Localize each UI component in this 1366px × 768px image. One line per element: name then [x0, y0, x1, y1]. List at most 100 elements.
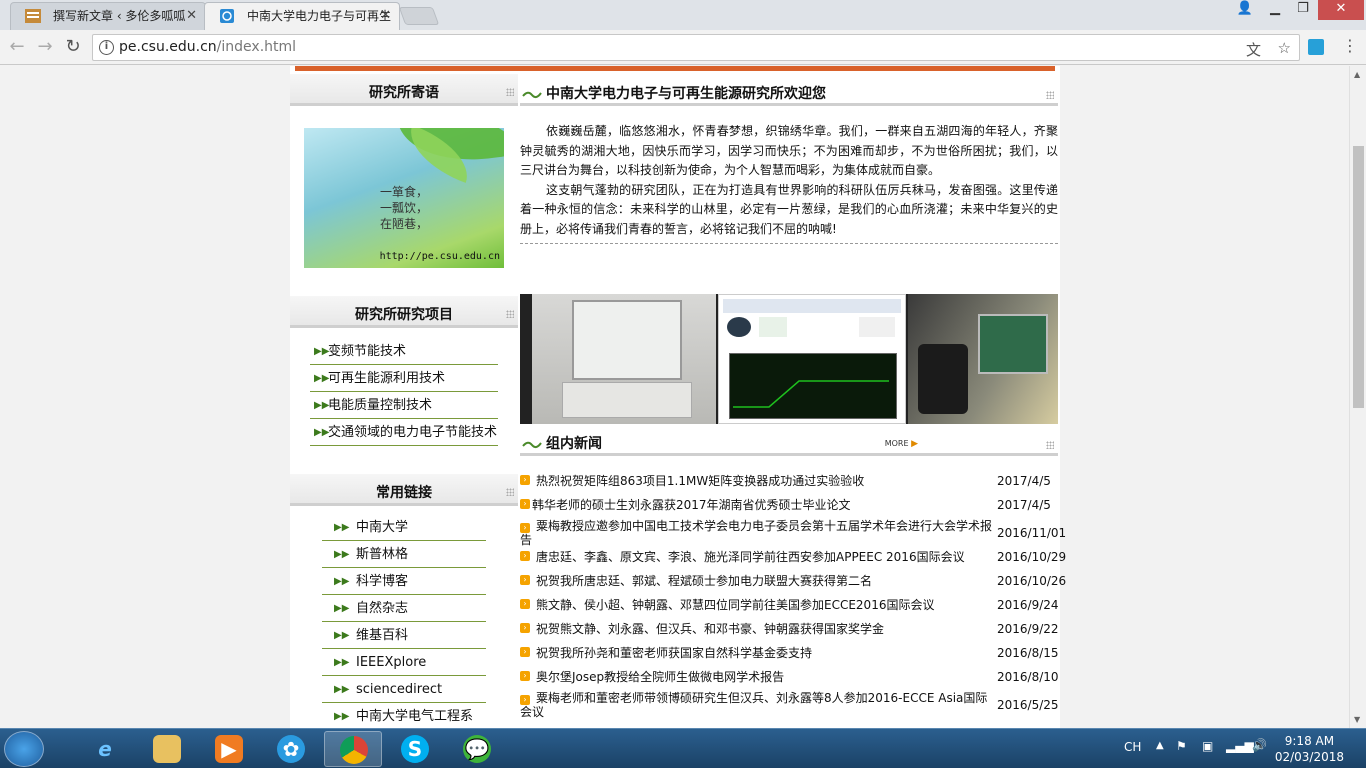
project-link[interactable]: ▶▶ 电能质量控制技术 [310, 392, 498, 419]
close-tab-icon[interactable]: ✕ [186, 3, 197, 29]
news-row[interactable]: › 粟梅教授应邀参加中国电工技术学会电力电子委员会第十五届学术年会进行大会学术报告… [520, 517, 1066, 547]
taskbar-ie[interactable]: e [76, 731, 134, 767]
news-title-text[interactable]: 韩华老师的硕士生刘永露获2017年湖南省优秀硕士毕业论文 [532, 493, 992, 517]
news-row[interactable]: › 唐忠廷、李鑫、原文宾、李浪、施光泽同学前往西安参加APPEEC 2016国际会… [520, 545, 1066, 569]
show-hidden-icons-icon[interactable]: ▲ [1156, 740, 1164, 751]
scroll-down-icon[interactable]: ▼ [1354, 715, 1360, 724]
news-title-text[interactable]: 奥尔堡Josep教授给全院师生做微电网学术报告 [536, 665, 996, 689]
double-arrow-icon: ▶▶ [334, 576, 350, 587]
browser-window: 撰写新文章 ‹ 多伦多呱呱 ✕ 中南大学电力电子与可再生 ✕ 👤 ▁ ❐ ✕ ←… [0, 0, 1366, 768]
news-row[interactable]: › 祝贺我所唐忠廷、郭斌、程斌硕士参加电力联盟大赛获得第二名 2016/10/26 [520, 569, 1066, 593]
forward-icon[interactable]: → [34, 36, 56, 58]
bullet-arrow-icon: › [520, 499, 530, 509]
projects-title: 研究所研究项目 [355, 307, 453, 323]
news-title-text[interactable]: 熊文静、侯小超、钟朝露、邓慧四位同学前往美国参加ECCE2016国际会议 [536, 593, 996, 617]
taskbar: e ▶ ✿ S 💬 CH ▲ ⚑ ▣ ▂▄▆ 🔊 9:18 AM 02/03/2… [0, 728, 1366, 768]
scroll-up-icon[interactable]: ▲ [1354, 70, 1360, 79]
scrollbar-thumb[interactable] [1353, 146, 1364, 408]
dots-icon [506, 310, 514, 318]
taskbar-media[interactable]: ▶ [200, 731, 258, 767]
wordpress-favicon-icon [25, 9, 41, 23]
news-row[interactable]: › 奥尔堡Josep教授给全院师生做微电网学术报告 2016/8/10 [520, 665, 1059, 689]
link-item[interactable]: ▶▶ 自然杂志 [322, 595, 486, 622]
bullet-arrow-icon: › [520, 551, 530, 561]
close-tab-icon[interactable]: ✕ [380, 3, 391, 29]
news-row[interactable]: › 粟梅老师和董密老师带领博硕研究生但汉兵、刘永露等8人参加2016-ECCE A… [520, 689, 1059, 719]
double-arrow-icon: ▶▶ [314, 373, 330, 384]
clock[interactable]: 9:18 AM 02/03/2018 [1275, 733, 1344, 765]
system-tray: CH ▲ ⚑ ▣ ▂▄▆ 🔊 9:18 AM 02/03/2018 [1118, 729, 1366, 768]
news-row[interactable]: › 祝贺熊文静、刘永露、但汉兵、和邓书豪、钟朝露获得国家奖学金 2016/9/22 [520, 617, 1059, 641]
project-link[interactable]: ▶▶ 变频节能技术 [310, 338, 498, 365]
extension-icon[interactable] [1308, 39, 1324, 55]
new-tab-button[interactable] [398, 7, 440, 25]
hardware-photo [908, 294, 1058, 424]
minimize-button[interactable]: ▁ [1262, 0, 1288, 20]
double-arrow-icon: ▶▶ [334, 522, 350, 533]
slogan-line: 一瓢饮， [380, 201, 429, 215]
news-date: 2016/9/22 [997, 622, 1059, 636]
links-list: ▶▶ 中南大学 ▶▶ 斯普林格 ▶▶ 科学博客 ▶▶ 自然杂志 ▶▶ 维基百科 ▶▶ IEE… [322, 514, 486, 728]
device-icon[interactable]: ▣ [1202, 739, 1213, 753]
news-title-text[interactable]: 祝贺我所唐忠廷、郭斌、程斌硕士参加电力联盟大赛获得第二名 [536, 569, 996, 593]
maximize-button[interactable]: ❐ [1290, 0, 1316, 20]
double-arrow-icon: ▶▶ [334, 711, 350, 722]
link-item[interactable]: ▶▶ 斯普林格 [322, 541, 486, 568]
reload-icon[interactable]: ↻ [62, 36, 84, 58]
media-player-icon: ▶ [215, 735, 243, 763]
news-row[interactable]: › 熊文静、侯小超、钟朝露、邓慧四位同学前往美国参加ECCE2016国际会议 201… [520, 593, 1059, 617]
user-profile-icon[interactable]: 👤 [1234, 0, 1256, 20]
link-item[interactable]: ▶▶ 维基百科 [322, 622, 486, 649]
news-row[interactable]: › 热烈祝贺矩阵组863项目1.1MW矩阵变换器成功通过实验验收 2017/4/5 [520, 469, 1058, 493]
more-link[interactable]: MORE ▶ [885, 424, 918, 464]
tab-wordpress[interactable]: 撰写新文章 ‹ 多伦多呱呱 ✕ [10, 2, 206, 30]
news-title-text[interactable]: 热烈祝贺矩阵组863项目1.1MW矩阵变换器成功通过实验验收 [536, 469, 996, 493]
link-item[interactable]: ▶▶ sciencedirect [322, 676, 486, 703]
translate-icon[interactable]: 文 [1246, 39, 1261, 60]
taskbar-wechat[interactable]: 💬 [448, 731, 506, 767]
lab-bench-photo [532, 294, 716, 424]
taskbar-explorer[interactable] [138, 731, 196, 767]
info-icon[interactable]: i [99, 40, 114, 55]
news-row[interactable]: › 祝贺我所孙尧和董密老师获国家自然科学基金委支持 2016/8/15 [520, 641, 1059, 665]
news-title-text[interactable]: 祝贺熊文静、刘永露、但汉兵、和邓书豪、钟朝露获得国家奖学金 [536, 617, 996, 641]
news-date: 2017/4/5 [997, 474, 1051, 488]
link-item[interactable]: ▶▶ IEEEXplore [322, 649, 486, 676]
news-title-text[interactable]: 唐忠廷、李鑫、原文宾、李浪、施光泽同学前往西安参加APPEEC 2016国际会议 [536, 545, 996, 569]
news-title-text[interactable]: 粟梅教授应邀参加中国电工技术学会电力电子委员会第十五届学术年会进行大会学术报告 [520, 519, 994, 547]
taskbar-app[interactable]: ✿ [262, 731, 320, 767]
bullet-arrow-icon: › [520, 599, 530, 609]
project-link[interactable]: ▶▶ 交通领域的电力电子节能技术 [310, 419, 498, 446]
link-item[interactable]: ▶▶ 中南大学电气工程系 [322, 703, 486, 728]
news-title-text[interactable]: 粟梅老师和董密老师带领博硕研究生但汉兵、刘永露等8人参加2016-ECCE As… [520, 691, 994, 719]
taskbar-chrome[interactable] [324, 731, 382, 767]
section-heading: 研究所寄语 [290, 74, 518, 106]
bookmark-star-icon[interactable]: ☆ [1278, 39, 1291, 57]
slogan-line: 在陋巷， [380, 217, 429, 231]
start-button[interactable] [4, 731, 44, 767]
welcome-paragraph: 这支朝气蓬勃的研究团队，正在为打造具有世界影响的科研队伍厉兵秣马，发奋图强。这里… [520, 182, 1058, 236]
link-item[interactable]: ▶▶ 中南大学 [322, 514, 486, 541]
taskbar-skype[interactable]: S [386, 731, 444, 767]
accent-bar [295, 66, 1055, 71]
message-title: 研究所寄语 [369, 85, 439, 101]
double-arrow-icon: ▶▶ [334, 603, 350, 614]
close-window-button[interactable]: ✕ [1318, 0, 1364, 20]
volume-icon[interactable]: 🔊 [1252, 738, 1267, 752]
link-item[interactable]: ▶▶ 科学博客 [322, 568, 486, 595]
back-icon[interactable]: ← [6, 36, 28, 58]
input-language[interactable]: CH [1124, 740, 1141, 754]
address-bar[interactable]: i pe.csu.edu.cn/index.html 文 ☆ [92, 34, 1300, 61]
vertical-scrollbar[interactable]: ▲ ▼ [1349, 66, 1366, 728]
welcome-heading: 中南大学电力电子与可再生能源研究所欢迎您 [520, 74, 1058, 106]
project-link[interactable]: ▶▶ 可再生能源利用技术 [310, 365, 498, 392]
news-row[interactable]: › 韩华老师的硕士生刘永露获2017年湖南省优秀硕士毕业论文 2017/4/5 [520, 493, 1058, 517]
menu-icon[interactable]: ⋮ [1342, 36, 1358, 55]
tab-csu[interactable]: 中南大学电力电子与可再生 ✕ [204, 2, 400, 30]
double-arrow-icon: ▶▶ [334, 549, 350, 560]
flag-icon[interactable]: ⚑ [1176, 739, 1187, 753]
network-icon[interactable]: ▂▄▆ [1226, 739, 1254, 753]
url-text[interactable]: pe.csu.edu.cn/index.html [119, 39, 296, 55]
double-arrow-icon: ▶▶ [314, 400, 330, 411]
news-title-text[interactable]: 祝贺我所孙尧和董密老师获国家自然科学基金委支持 [536, 641, 996, 665]
